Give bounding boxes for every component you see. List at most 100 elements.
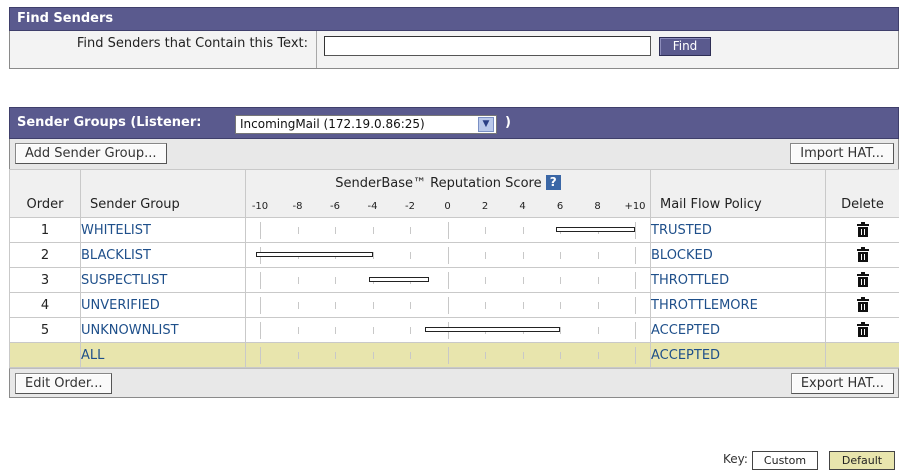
score-scale-label: -2 [405, 201, 415, 212]
scale-tick [448, 297, 449, 314]
row-order [9, 342, 81, 368]
import-hat-button[interactable]: Import HAT... [790, 143, 894, 164]
find-senders-title: Find Senders [9, 7, 899, 31]
delete-cell [825, 217, 899, 243]
key-label: Key: [723, 452, 748, 466]
trash-icon[interactable] [856, 272, 869, 287]
sender-groups-title-suffix: ) [505, 115, 511, 130]
sender-groups-title: Sender Groups (Listener: [17, 115, 202, 130]
find-senders-input[interactable] [324, 36, 651, 56]
scale-tick [373, 252, 374, 259]
score-title: SenderBase™ Reputation Score ? [246, 175, 650, 191]
scale-tick [335, 352, 336, 359]
scale-tick [410, 352, 411, 359]
sender-groups-rows: 1 WHITELIST TRUSTED 2 BLACKLIST BLOCKED 3 SUSPE… [9, 217, 899, 368]
score-range-bar [556, 227, 635, 232]
chevron-down-icon[interactable]: ▼ [478, 117, 494, 132]
reputation-score-bar [245, 267, 651, 293]
scale-tick [485, 277, 486, 284]
table-row: 5 UNKNOWNLIST ACCEPTED [9, 317, 899, 343]
scale-tick [335, 227, 336, 234]
delete-cell [825, 242, 899, 268]
scale-tick [298, 352, 299, 359]
scale-tick [523, 227, 524, 234]
scale-tick [635, 222, 636, 239]
delete-cell [825, 267, 899, 293]
scale-tick [298, 302, 299, 309]
find-senders-panel: Find Senders Find Senders that Contain t… [9, 7, 899, 69]
trash-icon[interactable] [856, 222, 869, 237]
scale-tick [448, 347, 449, 364]
scale-tick [485, 227, 486, 234]
scale-tick [485, 352, 486, 359]
scale-tick [335, 277, 336, 284]
sender-group-link[interactable]: BLACKLIST [80, 242, 246, 268]
trash-icon[interactable] [856, 247, 869, 262]
sender-group-link[interactable]: WHITELIST [80, 217, 246, 243]
delete-cell [825, 292, 899, 318]
bottom-toolbar: Edit Order... Export HAT... [9, 368, 899, 398]
column-header-delete: Delete [825, 169, 899, 218]
mail-flow-policy-link[interactable]: THROTTLEMORE [650, 292, 826, 318]
find-button[interactable]: Find [659, 37, 711, 56]
scale-tick [448, 272, 449, 289]
scale-tick [598, 252, 599, 259]
mail-flow-policy-link[interactable]: ACCEPTED [650, 342, 826, 368]
score-scale-label: -6 [330, 201, 340, 212]
sender-group-link[interactable]: ALL [80, 342, 246, 368]
scale-tick [523, 252, 524, 259]
mail-flow-policy-link[interactable]: BLOCKED [650, 242, 826, 268]
reputation-score-bar [245, 342, 651, 368]
scale-tick [485, 252, 486, 259]
trash-icon[interactable] [856, 297, 869, 312]
score-scale-label: 0 [444, 201, 451, 212]
find-senders-label: Find Senders that Contain this Text: [10, 31, 317, 68]
key-custom-swatch: Custom [752, 451, 818, 470]
score-title-text: SenderBase™ Reputation Score [335, 176, 542, 191]
table-row: 3 SUSPECTLIST THROTTLED [9, 267, 899, 293]
scale-tick [298, 327, 299, 334]
scale-tick [560, 327, 561, 334]
scale-tick [298, 277, 299, 284]
row-order: 2 [9, 242, 81, 268]
listener-select[interactable]: IncomingMail (172.19.0.86:25) ▼ [235, 115, 497, 134]
delete-cell [825, 342, 899, 368]
scale-tick [635, 322, 636, 339]
sender-groups-table: Order Sender Group SenderBase™ Reputatio… [9, 169, 899, 368]
export-hat-button[interactable]: Export HAT... [790, 373, 894, 394]
scale-tick [635, 272, 636, 289]
score-range-bar [425, 327, 560, 332]
sender-group-link[interactable]: SUSPECTLIST [80, 267, 246, 293]
score-scale-label: 4 [519, 201, 526, 212]
reputation-score-bar [245, 217, 651, 243]
scale-tick [598, 352, 599, 359]
mail-flow-policy-link[interactable]: TRUSTED [650, 217, 826, 243]
score-range-bar [256, 252, 373, 257]
scale-tick [410, 252, 411, 259]
trash-icon[interactable] [856, 322, 869, 337]
mail-flow-policy-link[interactable]: THROTTLED [650, 267, 826, 293]
row-order: 5 [9, 317, 81, 343]
scale-tick [560, 352, 561, 359]
key-default-swatch: Default [829, 451, 895, 470]
row-order: 4 [9, 292, 81, 318]
score-range-bar [369, 277, 429, 282]
help-icon[interactable]: ? [545, 175, 561, 190]
sender-groups-panel: Sender Groups (Listener: IncomingMail (1… [9, 107, 899, 398]
scale-tick [373, 327, 374, 334]
mail-flow-policy-link[interactable]: ACCEPTED [650, 317, 826, 343]
sender-group-link[interactable]: UNKNOWNLIST [80, 317, 246, 343]
scale-tick [635, 347, 636, 364]
scale-tick [373, 352, 374, 359]
row-order: 3 [9, 267, 81, 293]
add-sender-group-button[interactable]: Add Sender Group... [15, 143, 167, 164]
score-scale-label: -8 [292, 201, 303, 212]
edit-order-button[interactable]: Edit Order... [15, 373, 113, 394]
score-scale-label: -4 [367, 201, 378, 212]
score-scale-label: 6 [556, 201, 564, 212]
scale-tick [410, 302, 411, 309]
scale-tick [523, 277, 524, 284]
column-header-order: Order [9, 169, 81, 218]
sender-group-link[interactable]: UNVERIFIED [80, 292, 246, 318]
scale-tick [635, 297, 636, 314]
